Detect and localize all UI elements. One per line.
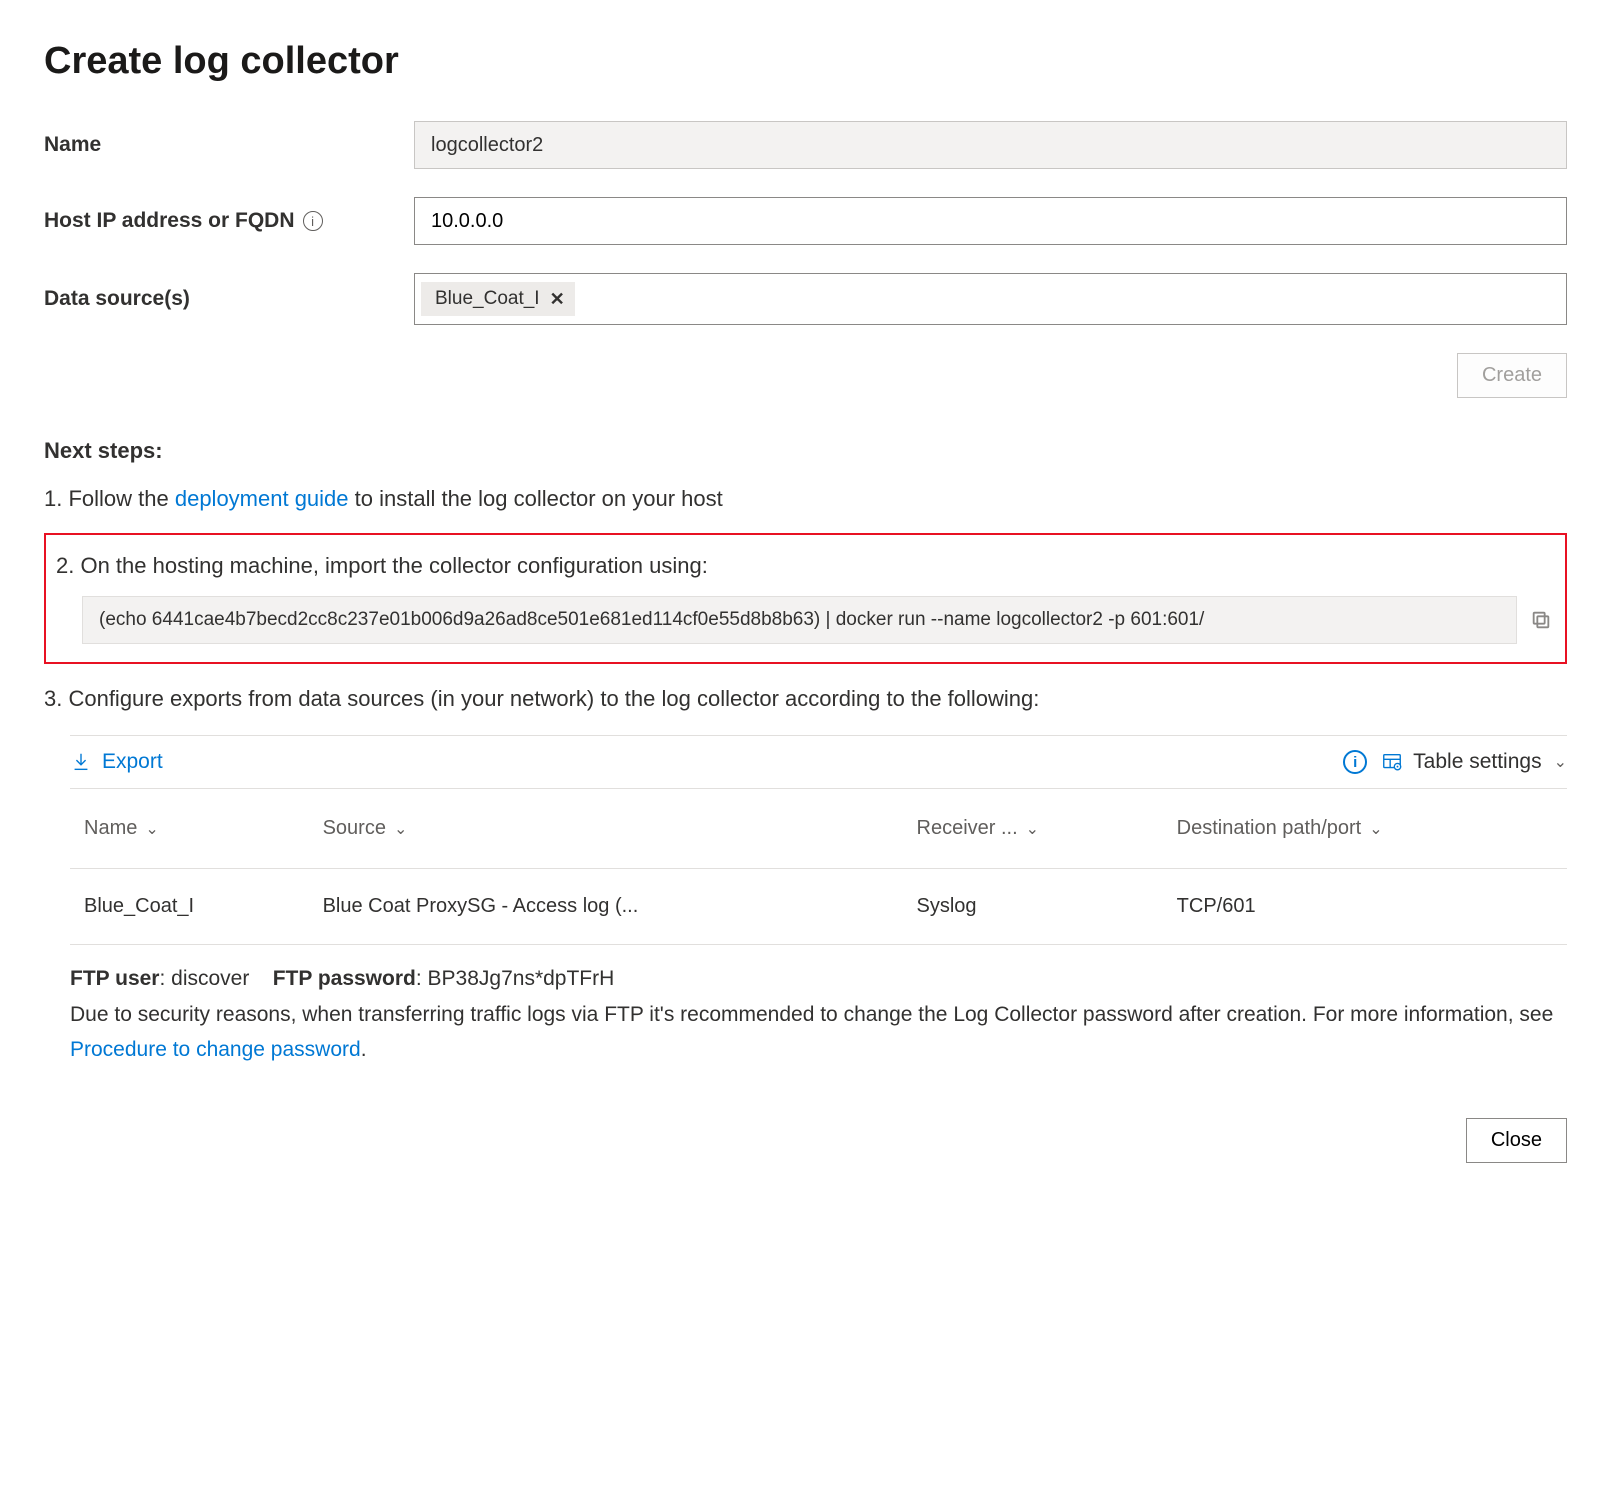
info-icon[interactable]: i [303,211,323,231]
chevron-down-icon: ⌄ [1554,752,1567,772]
export-button[interactable]: Export [70,750,163,774]
page-title: Create log collector [44,40,1567,83]
col-name[interactable]: Name⌄ [70,789,309,869]
chevron-down-icon: ⌄ [145,819,158,839]
download-icon [70,751,92,773]
create-button[interactable]: Create [1457,353,1567,398]
data-sources-label: Data source(s) [44,287,414,311]
password-procedure-link[interactable]: Procedure to change password [70,1038,361,1061]
data-source-tag: Blue_Coat_I ✕ [421,282,575,316]
data-sources-table: Name⌄ Source⌄ Receiver ...⌄ Destination … [70,789,1567,945]
host-label: Host IP address or FQDN i [44,209,414,233]
table-settings-icon [1381,751,1403,773]
ftp-password-value: BP38Jg7ns*dpTFrH [428,967,615,990]
col-dest[interactable]: Destination path/port⌄ [1163,789,1567,869]
tag-label: Blue_Coat_I [435,288,540,310]
chevron-down-icon: ⌄ [394,819,407,839]
docker-command[interactable]: (echo 6441cae4b7becd2cc8c237e01b006d9a26… [82,596,1517,644]
step-1: 1. Follow the deployment guide to instal… [44,482,1567,515]
data-sources-input[interactable]: Blue_Coat_I ✕ [414,273,1567,325]
ftp-user-value: discover [171,967,249,990]
cell-receiver: Syslog [903,869,1163,945]
remove-tag-icon[interactable]: ✕ [550,289,565,310]
chevron-down-icon: ⌄ [1026,819,1039,839]
step-3: 3. Configure exports from data sources (… [44,682,1567,715]
table-settings-button[interactable]: Table settings ⌄ [1381,750,1567,774]
info-icon[interactable]: i [1343,750,1367,774]
col-source[interactable]: Source⌄ [309,789,903,869]
name-label: Name [44,133,414,157]
host-input[interactable] [414,197,1567,245]
cell-source: Blue Coat ProxySG - Access log (... [309,869,903,945]
chevron-down-icon: ⌄ [1369,819,1382,839]
ftp-info: FTP user: discover FTP password: BP38Jg7… [44,945,1567,1068]
close-button[interactable]: Close [1466,1118,1567,1163]
copy-icon[interactable] [1527,606,1555,634]
step-2: 2. On the hosting machine, import the co… [56,549,1555,582]
table-toolbar: Export i Table settings ⌄ [70,735,1567,789]
name-input[interactable] [414,121,1567,169]
next-steps-heading: Next steps: [44,438,1567,464]
cell-name: Blue_Coat_I [70,869,309,945]
deployment-guide-link[interactable]: deployment guide [175,486,349,511]
col-receiver[interactable]: Receiver ...⌄ [903,789,1163,869]
table-row[interactable]: Blue_Coat_I Blue Coat ProxySG - Access l… [70,869,1567,945]
cell-dest: TCP/601 [1163,869,1567,945]
step-2-highlight: 2. On the hosting machine, import the co… [44,533,1567,664]
